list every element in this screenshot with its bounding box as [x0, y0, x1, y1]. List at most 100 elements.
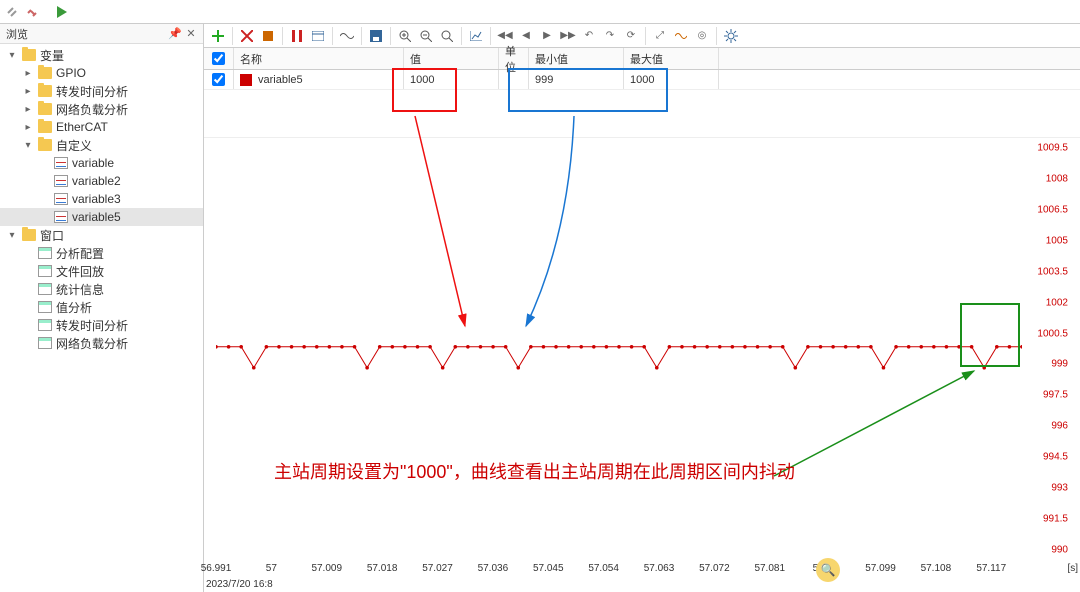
var-icon: [54, 157, 68, 169]
refresh-icon[interactable]: ⟳: [621, 26, 641, 46]
redo-icon[interactable]: ↷: [600, 26, 620, 46]
pause-icon[interactable]: [287, 26, 307, 46]
nav-last-icon[interactable]: ▶▶: [558, 26, 578, 46]
x-tick: 57.009: [311, 563, 342, 574]
chart-annotation: 主站周期设置为"1000"，曲线查看出主站周期在此周期区间内抖动: [274, 458, 795, 484]
chart-svg: [216, 148, 1022, 556]
sidebar-title: 浏览: [6, 26, 28, 42]
expand-toggle[interactable]: ▾: [6, 50, 18, 61]
tree-item[interactable]: 网络负载分析: [0, 334, 203, 352]
window-icon[interactable]: [308, 26, 328, 46]
chart-area[interactable]: 1009.510081006.510051003.510021000.59999…: [204, 138, 1080, 592]
tree-item[interactable]: variable2: [0, 172, 203, 190]
close-icon[interactable]: ✕: [185, 28, 197, 40]
y-tick: 997.5: [1043, 390, 1068, 401]
x-tick: 57.108: [921, 563, 952, 574]
expand-toggle[interactable]: ▸: [22, 122, 34, 133]
zoom-in-icon[interactable]: [395, 26, 415, 46]
x-tick: 56.991: [201, 563, 232, 574]
sidebar-header: 浏览 📌 ✕: [0, 24, 203, 44]
tree-item-label: GPIO: [56, 66, 86, 80]
cursor-marker[interactable]: 🔍: [816, 558, 840, 582]
tree-item[interactable]: ▾窗口: [0, 226, 203, 244]
tree-item-label: variable5: [72, 210, 121, 224]
tree-item[interactable]: ▸ GPIO: [0, 64, 203, 82]
link-icon[interactable]: [4, 4, 20, 20]
folder-icon: [38, 67, 52, 79]
chart-icon[interactable]: [466, 26, 486, 46]
x-tick: 57.063: [644, 563, 675, 574]
tree-item[interactable]: ▸网络负载分析: [0, 100, 203, 118]
grid-row-unit: [499, 70, 529, 89]
wave-icon[interactable]: [337, 26, 357, 46]
y-tick: 991.5: [1043, 514, 1068, 525]
tree-item[interactable]: 文件回放: [0, 262, 203, 280]
save-icon[interactable]: [366, 26, 386, 46]
tree-item[interactable]: ▸EtherCAT: [0, 118, 203, 136]
grid-header-name[interactable]: 名称: [234, 48, 404, 69]
y-tick: 1009.5: [1037, 143, 1068, 154]
tree-item[interactable]: ▸转发时间分析: [0, 82, 203, 100]
zoom-out-icon[interactable]: [416, 26, 436, 46]
win-icon: [38, 247, 52, 259]
zoom-reset-icon[interactable]: [437, 26, 457, 46]
grid-header-min[interactable]: 最小值: [529, 48, 624, 69]
tree-item[interactable]: variable3: [0, 190, 203, 208]
y-tick: 999: [1051, 359, 1068, 370]
expand-toggle[interactable]: ▸: [22, 104, 34, 115]
target-icon[interactable]: ◎: [692, 26, 712, 46]
tree-item[interactable]: variable: [0, 154, 203, 172]
grid-header-check[interactable]: [204, 48, 234, 69]
x-tick: 57.045: [533, 563, 564, 574]
grid-row-min: 999: [529, 70, 624, 89]
disconnect-icon[interactable]: [24, 4, 40, 20]
tree-item[interactable]: 转发时间分析: [0, 316, 203, 334]
tree-item-label: 自定义: [56, 137, 92, 154]
x-tick: 57.081: [754, 563, 785, 574]
x-tick: 57.099: [865, 563, 896, 574]
tree-item-label: 文件回放: [56, 263, 104, 280]
expand-toggle[interactable]: ▾: [6, 230, 18, 241]
y-tick: 1008: [1046, 173, 1068, 184]
folder-icon: [22, 229, 36, 241]
expand-toggle[interactable]: ▸: [22, 68, 34, 79]
tree-item-label: 转发时间分析: [56, 317, 128, 334]
tree-item[interactable]: 分析配置: [0, 244, 203, 262]
x-tick: 57.117: [976, 563, 1006, 574]
expand-toggle[interactable]: ▸: [22, 86, 34, 97]
var-icon: [54, 175, 68, 187]
grid-row[interactable]: variable5 1000 999 1000: [204, 70, 1080, 90]
x-tick: 57.027: [422, 563, 453, 574]
x-axis: 56.9915757.00957.01857.02757.03657.04557…: [216, 558, 1022, 592]
add-icon[interactable]: [208, 26, 228, 46]
pin-icon[interactable]: 📌: [169, 28, 181, 40]
tree-item[interactable]: variable5: [0, 208, 203, 226]
nav-tree[interactable]: ▾变量▸GPIO▸转发时间分析▸网络负载分析▸EtherCAT▾自定义varia…: [0, 44, 203, 592]
tree-item-label: variable: [72, 156, 114, 170]
sidebar-panel: 浏览 📌 ✕ ▾变量▸GPIO▸转发时间分析▸网络负载分析▸EtherCAT▾自…: [0, 24, 204, 592]
tree-item-label: 变量: [40, 47, 64, 64]
play-icon[interactable]: [54, 4, 70, 20]
nav-next-icon[interactable]: ▶: [537, 26, 557, 46]
folder-icon: [38, 85, 52, 97]
grid-header-max[interactable]: 最大值: [624, 48, 719, 69]
tree-item-label: variable3: [72, 192, 121, 206]
folder-icon: [38, 121, 52, 133]
tree-item[interactable]: 统计信息: [0, 280, 203, 298]
expand-toggle[interactable]: ▾: [22, 140, 34, 151]
tree-item-label: 统计信息: [56, 281, 104, 298]
tree-item[interactable]: 值分析: [0, 298, 203, 316]
grid-header-unit[interactable]: 单位: [499, 48, 529, 69]
tree-item[interactable]: ▾ 自定义: [0, 136, 203, 154]
variable-grid: 名称 值 单位 最小值 最大值 variable5 1000 999 1000: [204, 48, 1080, 90]
chart2-icon[interactable]: [671, 26, 691, 46]
fit-icon[interactable]: ⤢: [650, 26, 670, 46]
y-tick: 1006.5: [1037, 204, 1068, 215]
settings-icon[interactable]: [721, 26, 741, 46]
stop-icon[interactable]: [258, 26, 278, 46]
tree-item[interactable]: ▾ 变量: [0, 46, 203, 64]
undo-icon[interactable]: ↶: [579, 26, 599, 46]
grid-row-check[interactable]: [204, 70, 234, 89]
delete-icon[interactable]: [237, 26, 257, 46]
grid-header-value[interactable]: 值: [404, 48, 499, 69]
